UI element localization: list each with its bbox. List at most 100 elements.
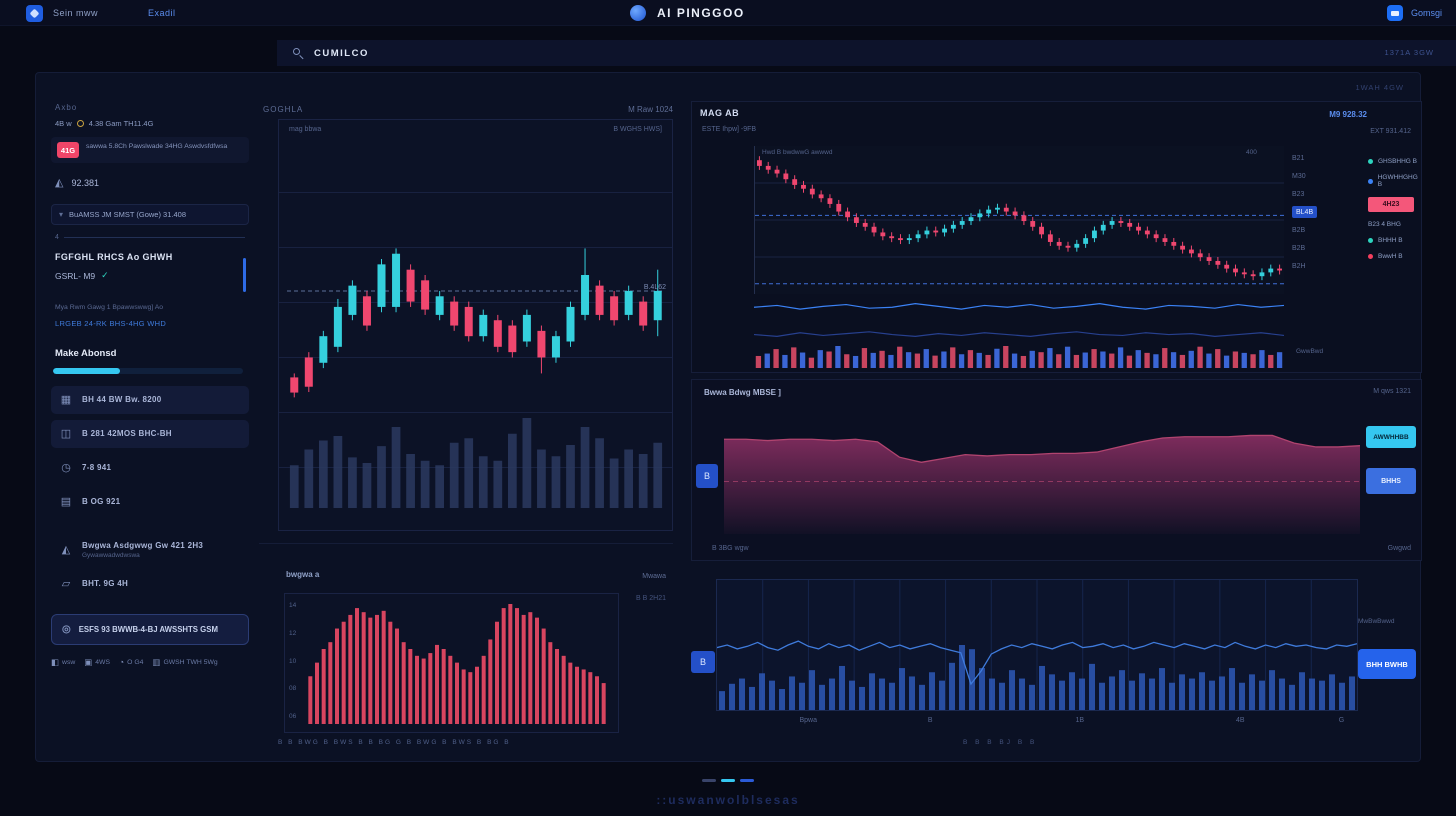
panel-e-side-text: MwBwBwwd bbox=[1358, 617, 1416, 626]
hist-yaxis: 1412100806 bbox=[289, 602, 296, 720]
area-chart[interactable] bbox=[724, 406, 1360, 534]
sidebar-item-label: B OG 921 bbox=[82, 497, 120, 506]
price-axis: B21M30B23BL4BB2BB2BB2H bbox=[1292, 152, 1338, 272]
mail-icon[interactable] bbox=[1387, 5, 1403, 21]
app-title: AI PINGGOO bbox=[657, 6, 745, 20]
sidebar-scrollbar[interactable] bbox=[243, 258, 246, 292]
stat-row: ◭ 92.381 bbox=[55, 176, 249, 189]
range-slider[interactable]: 4 bbox=[55, 234, 245, 241]
panel-c-meta: EXT 931.412 bbox=[1370, 128, 1411, 135]
panel-c-corner-label: GwwBwd bbox=[1296, 348, 1323, 355]
legend-item[interactable]: GHSBHHG B bbox=[1368, 158, 1421, 165]
flow-line-chart[interactable] bbox=[716, 579, 1358, 711]
sidebar-footer-item[interactable]: ◔O G4 bbox=[119, 657, 143, 667]
search-input[interactable]: CUMILCO bbox=[314, 48, 369, 59]
detail-volume-chart[interactable] bbox=[754, 344, 1284, 368]
oscillator-histogram-chart[interactable] bbox=[307, 602, 607, 724]
panel-d-badge-button[interactable]: B bbox=[696, 464, 718, 488]
sidebar-item[interactable]: ◷7-8 941 bbox=[51, 454, 249, 482]
nav-link-exadil[interactable]: Exadil bbox=[148, 8, 176, 18]
progress-fill bbox=[53, 368, 120, 374]
sidebar-item[interactable]: ▦BH 44 BW Bw. 8200 bbox=[51, 386, 249, 414]
detail-candlestick-chart[interactable] bbox=[754, 146, 1284, 294]
trend-icon: ◭ bbox=[55, 176, 63, 189]
price-dash-label: B.4L62 bbox=[644, 284, 666, 291]
sidebar-footer-item[interactable]: ▥GWSH TWH 5Wg bbox=[152, 657, 217, 668]
pagination-dash[interactable] bbox=[702, 779, 716, 782]
slider-track[interactable] bbox=[64, 237, 245, 238]
sidebar-item[interactable]: ▤B OG 921 bbox=[51, 488, 249, 516]
panel-d-primary-button[interactable]: AWWHHBB bbox=[1366, 426, 1416, 448]
sidebar-footer-label: wsw bbox=[62, 659, 75, 666]
alert-text: sawwa 5.8Ch Pawslwade 34HG Aswdvsfdfwsa bbox=[86, 142, 227, 152]
legend-item[interactable]: BwwH B bbox=[1368, 253, 1421, 260]
grid-icon: ▦ bbox=[59, 393, 73, 406]
main-candlestick-chart[interactable] bbox=[287, 142, 665, 408]
y-tick-label: 14 bbox=[289, 602, 296, 609]
sidebar-item-text: B 281 42MOS BHC-BH bbox=[82, 429, 172, 438]
x-tick-label: 4B bbox=[1236, 717, 1245, 724]
pagination-dash[interactable] bbox=[740, 779, 754, 782]
navbar-right-group: Gomsgi bbox=[1387, 0, 1442, 26]
sidebar-item[interactable]: ◭Bwgwa Asdgwwg Gw 421 2H3Gywawwadwdwswa bbox=[51, 536, 249, 564]
search-icon bbox=[293, 48, 304, 59]
flow-chart-card: B MwBwBwwd BHH BWHB BpwaB1B4BG B B B BJ … bbox=[691, 565, 1422, 751]
sidebar-item-sublabel: Gywawwadwdwswa bbox=[82, 552, 203, 559]
panel-d-footer-left: B 3BG wgw bbox=[712, 545, 749, 552]
sidebar-item-text: BHT. 9G 4H bbox=[82, 579, 128, 588]
legend-dot-icon bbox=[1368, 238, 1373, 243]
sidebar-footer-label: O G4 bbox=[127, 659, 143, 666]
ai-orb-icon bbox=[630, 5, 646, 21]
detail-chart-label: Hwd B bwdwwG awwwd bbox=[762, 149, 832, 156]
panel-b-meta-1: Mwawa bbox=[516, 573, 666, 580]
legend-label: HGWHHGHG B bbox=[1378, 174, 1421, 188]
panel-e-badge-button[interactable]: B bbox=[691, 651, 715, 673]
legend-item[interactable]: 4H23 bbox=[1368, 197, 1421, 212]
panel-d-meta: M qws 1321 bbox=[1373, 388, 1411, 395]
legend-alert-badge: 4H23 bbox=[1368, 197, 1414, 212]
timer-icon: ◔ bbox=[119, 657, 124, 667]
panel-d-secondary-button[interactable]: BHHS bbox=[1366, 468, 1416, 494]
indicator-lines-chart[interactable] bbox=[754, 300, 1284, 340]
x-tick-label: B bbox=[928, 717, 933, 724]
sidebar-item-label: B 281 42MOS BHC-BH bbox=[82, 429, 172, 438]
nav-link-account[interactable]: Gomsgi bbox=[1411, 8, 1442, 18]
legend-dot-icon bbox=[1368, 159, 1373, 164]
x-tick-label: Bpwa bbox=[799, 717, 817, 724]
panel-e-action-button[interactable]: BHH BWHB bbox=[1358, 649, 1416, 679]
pagination-dash[interactable] bbox=[721, 779, 735, 782]
page-caption: ::uswanwolblsesas bbox=[0, 793, 1456, 807]
navbar-center-group: AI PINGGOO bbox=[630, 0, 745, 26]
sidebar-section-label: Axbo bbox=[55, 103, 249, 112]
legend-label: B23 4 BHG bbox=[1368, 221, 1401, 228]
sidebar-footer-item[interactable]: ▣4WS bbox=[84, 657, 110, 668]
legend-item[interactable]: B23 4 BHG bbox=[1368, 221, 1421, 228]
app-logo-icon[interactable] bbox=[26, 5, 43, 22]
sidebar-link[interactable]: LRGEB 24-RK BHS-4HG WHD bbox=[55, 319, 249, 328]
status-text: GSRL- M9 bbox=[55, 271, 95, 281]
main-volume-chart[interactable] bbox=[287, 416, 665, 508]
ticker-row[interactable]: 4B w 4.38 Gam TH11.4G bbox=[55, 119, 249, 128]
sidebar-item[interactable]: ▱BHT. 9G 4H bbox=[51, 570, 249, 598]
sidebar-item-text: B OG 921 bbox=[82, 497, 120, 506]
coin-icon bbox=[77, 120, 84, 127]
legend-item[interactable]: HGWHHGHG B bbox=[1368, 174, 1421, 188]
alert-card[interactable]: 41G sawwa 5.8Ch Pawslwade 34HG Aswdvsfdf… bbox=[51, 137, 249, 163]
legend-item[interactable]: BHHH B bbox=[1368, 237, 1421, 244]
legend-label: BwwH B bbox=[1378, 253, 1403, 260]
price-axis-label: B2H bbox=[1292, 260, 1338, 272]
pair-select[interactable]: ▾ BuAMSS JM SMST (Gowe) 31.408 bbox=[51, 204, 249, 225]
sidebar-footer-item[interactable]: ◧wsw bbox=[51, 657, 75, 668]
legend-dot-icon bbox=[1368, 254, 1373, 259]
detail-chart-card: MAG AB ESTE Ihpw] -9FB M9 928.32 EXT 931… bbox=[691, 101, 1422, 373]
price-axis-label: BL4B bbox=[1292, 206, 1317, 218]
chart-legend: GHSBHHG B HGWHHGHG B 4H23 B23 4 BHG BHHH B Bw… bbox=[1368, 158, 1421, 260]
search-bar[interactable]: CUMILCO 1371A 3GW bbox=[277, 40, 1456, 66]
legend-label: BHHH B bbox=[1378, 237, 1403, 244]
brand-name: Sein mww bbox=[53, 8, 98, 18]
navbar-left-group: Sein mww Exadil bbox=[26, 0, 176, 26]
section-divider bbox=[259, 543, 673, 544]
featured-item[interactable]: ◎ ESFS 93 BWWB-4-BJ AWSSHTS GSM bbox=[51, 614, 249, 645]
sidebar-item[interactable]: ◫B 281 42MOS BHC-BH bbox=[51, 420, 249, 448]
panel-a-title: GOGHLA bbox=[263, 105, 303, 114]
